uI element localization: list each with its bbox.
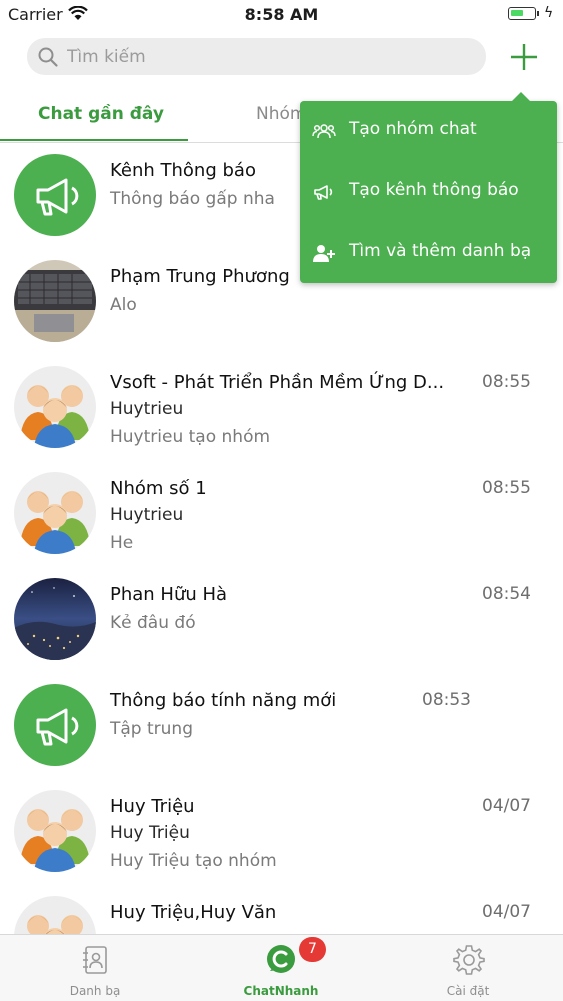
chat-row-huy-trieu[interactable]: Huy Triệu Huy Triệu Huy Triệu tạo nhóm 0…	[0, 779, 563, 885]
chat-name: Vsoft - Phát Triển Phần Mềm Ứng D...	[110, 372, 445, 393]
tab-recent-chats[interactable]: Chat gần đây	[38, 104, 164, 124]
search-bar[interactable]	[27, 38, 486, 75]
search-input[interactable]	[67, 38, 467, 75]
tab-contacts[interactable]: Danh bạ	[25, 935, 165, 1001]
chat-time: 08:54	[482, 584, 531, 604]
chat-last-message: Huytrieu tạo nhóm	[110, 427, 271, 447]
tab-label: Cài đặt	[446, 984, 490, 998]
chat-sender: Huytrieu	[110, 399, 184, 419]
gear-icon	[453, 945, 485, 975]
add-menu-popup: Tạo nhóm chat Tạo kênh thông báo Tìm và …	[300, 92, 557, 283]
tab-settings[interactable]: Cài đặt	[398, 935, 538, 1001]
chat-row-nhom-so-1[interactable]: Nhóm số 1 Huytrieu He 08:55	[0, 461, 563, 567]
add-icon[interactable]	[507, 40, 541, 74]
chat-time: 04/07	[482, 796, 531, 816]
menu-item-create-channel[interactable]: Tạo kênh thông báo	[300, 162, 557, 222]
group-avatar	[14, 366, 96, 448]
chat-name: Thông báo tính năng mới	[110, 690, 337, 711]
menu-item-create-group[interactable]: Tạo nhóm chat	[300, 101, 557, 161]
battery-tip	[537, 11, 539, 16]
chat-name: Nhóm số 1	[110, 478, 207, 499]
tab-label: ChatNhanh	[243, 984, 319, 998]
chat-name: Huy Triệu	[110, 796, 195, 817]
group-icon	[312, 124, 336, 139]
chat-time: 08:55	[482, 478, 531, 498]
chat-name: Kênh Thông báo	[110, 160, 256, 181]
chat-row-vsoft[interactable]: Vsoft - Phát Triển Phần Mềm Ứng D... Huy…	[0, 355, 563, 461]
chat-sender: Huytrieu	[110, 505, 184, 525]
tab-groups[interactable]: Nhóm	[256, 104, 306, 124]
photo-night-avatar	[14, 578, 96, 660]
menu-arrow	[512, 92, 530, 101]
megaphone-avatar	[14, 154, 96, 236]
charging-icon: ϟ	[544, 5, 554, 21]
chat-name: Phạm Trung Phương	[110, 266, 290, 287]
chat-name: Huy Triệu,Huy Văn	[110, 902, 277, 923]
chat-name: Phan Hữu Hà	[110, 584, 228, 605]
megaphone-avatar	[14, 684, 96, 766]
chat-last-message: Kẻ đâu đó	[110, 613, 196, 633]
chat-time: 04/07	[482, 902, 531, 922]
tab-label: Danh bạ	[69, 984, 121, 998]
photo-laptop-avatar	[14, 260, 96, 342]
tab-chatnhanh[interactable]: ChatNhanh	[211, 935, 351, 1001]
status-bar: Carrier 8:58 AM ϟ	[0, 0, 563, 30]
chat-last-message: He	[110, 533, 134, 553]
group-avatar	[14, 472, 96, 554]
add-contact-icon	[313, 245, 335, 262]
unread-badge: 7	[299, 937, 326, 962]
menu-item-label: Tạo kênh thông báo	[349, 180, 519, 200]
active-tab-indicator	[0, 139, 188, 141]
megaphone-icon	[314, 185, 333, 200]
chat-last-message: Alo	[110, 295, 137, 315]
chat-row-phan-huu-ha[interactable]: Phan Hữu Hà Kẻ đâu đó 08:54	[0, 567, 563, 673]
bottom-tab-bar: Danh bạ ChatNhanh Cài đặt	[0, 934, 563, 1001]
chat-last-message: Tập trung	[110, 719, 193, 739]
chat-time: 08:53	[422, 690, 471, 710]
search-icon	[38, 47, 58, 67]
chat-time: 08:55	[482, 372, 531, 392]
menu-item-label: Tìm và thêm danh bạ	[349, 241, 532, 261]
chat-icon	[267, 945, 295, 973]
contacts-icon	[83, 946, 107, 974]
chat-sender: Huy Triệu	[110, 823, 190, 843]
menu-item-label: Tạo nhóm chat	[349, 119, 477, 139]
chat-last-message: Huy Triệu tạo nhóm	[110, 851, 277, 871]
chat-last-message: Thông báo gấp nha	[110, 189, 275, 209]
battery-icon	[508, 7, 536, 20]
group-avatar	[14, 790, 96, 872]
chat-row-thong-bao-tinh-nang-moi[interactable]: Thông báo tính năng mới Tập trung 08:53	[0, 673, 563, 779]
menu-item-find-contact[interactable]: Tìm và thêm danh bạ	[300, 223, 557, 283]
clock: 8:58 AM	[244, 5, 319, 24]
